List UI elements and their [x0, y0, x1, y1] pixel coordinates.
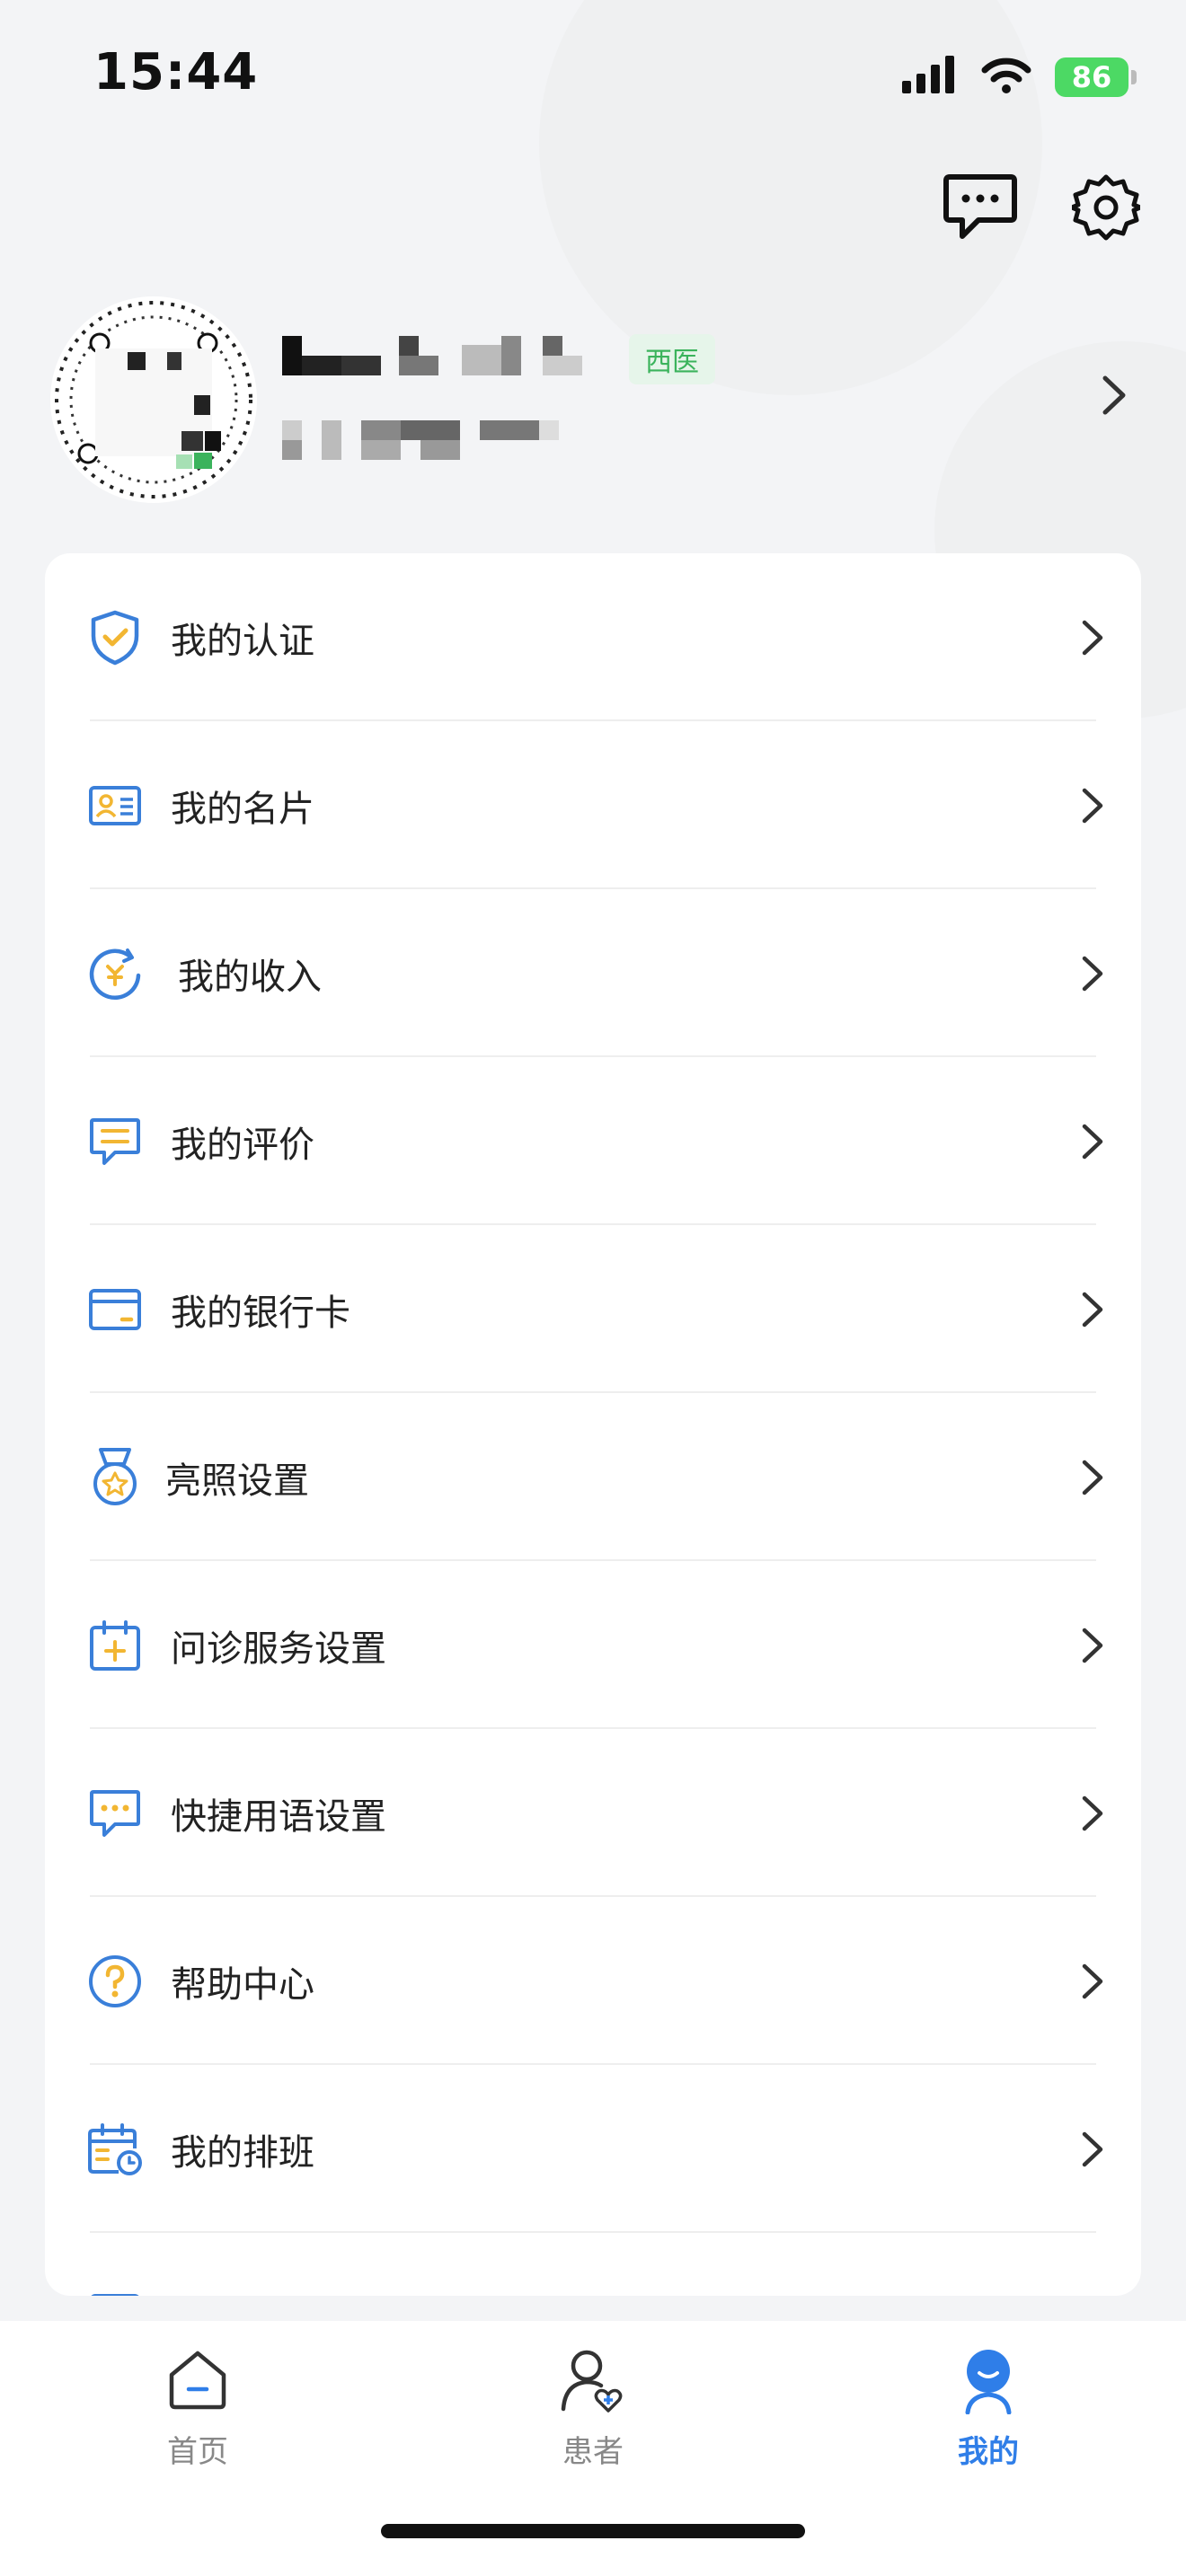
chat-bubble-icon [943, 172, 1018, 247]
menu-item-bank-card[interactable]: 我的银行卡 [45, 1225, 1141, 1393]
chevron-right-icon [1071, 784, 1114, 827]
hospital-info-redacted [282, 420, 570, 460]
status-time: 15:44 [93, 43, 259, 101]
chevron-right-icon [1071, 2128, 1114, 2171]
status-icons: 86 [902, 56, 1137, 99]
chevron-right-icon [1071, 616, 1114, 659]
menu-item-reviews[interactable]: 我的评价 [45, 1057, 1141, 1225]
profile-page: 15:44 86 西医 我的认证 我的名片 我的收入 我的评价 我的银行卡 亮照… [0, 0, 1186, 2576]
menu-item-schedule[interactable]: 我的排班 [45, 2065, 1141, 2233]
menu-item-label: 帮助中心 [171, 1963, 314, 2006]
chevron-right-icon [1071, 1288, 1114, 1331]
home-indicator[interactable] [381, 2524, 805, 2538]
menu-item-partial[interactable] [45, 2233, 1141, 2296]
menu-item-income[interactable]: 我的收入 [45, 889, 1141, 1057]
cellular-signal-icon [902, 56, 958, 99]
help-icon [86, 1953, 144, 2010]
menu-item-consultation-settings[interactable]: 问诊服务设置 [45, 1561, 1141, 1729]
menu-item-label: 我的收入 [178, 956, 322, 998]
wifi-icon [981, 56, 1031, 99]
qr-avatar-icon[interactable] [50, 296, 257, 503]
menu-item-label: 我的认证 [171, 620, 314, 662]
patient-icon [559, 2346, 627, 2414]
menu-item-label: 快捷用语设置 [171, 1795, 386, 1838]
menu-card: 我的认证 我的名片 我的收入 我的评价 我的银行卡 亮照设置 问诊服务设置 快捷… [45, 553, 1141, 2296]
quick-reply-icon [86, 1785, 144, 1842]
menu-item-business-card[interactable]: 我的名片 [45, 721, 1141, 889]
tab-home[interactable]: 首页 [99, 2346, 296, 2490]
chevron-right-icon [1071, 1120, 1114, 1163]
tab-patients[interactable]: 患者 [494, 2346, 692, 2490]
menu-item-certification[interactable]: 我的认证 [45, 553, 1141, 721]
battery-level: 86 [1071, 60, 1112, 94]
doctor-name-redacted [282, 336, 642, 383]
tab-mine[interactable]: 我的 [890, 2346, 1087, 2490]
menu-item-help-center[interactable]: 帮助中心 [45, 1897, 1141, 2065]
battery-indicator: 86 [1055, 57, 1137, 97]
comment-icon [86, 1113, 144, 1170]
chevron-right-icon [1071, 952, 1114, 995]
menu-item-quick-reply-settings[interactable]: 快捷用语设置 [45, 1729, 1141, 1897]
menu-item-label: 问诊服务设置 [171, 1628, 386, 1670]
chevron-right-icon [1071, 1624, 1114, 1667]
chevron-right-icon [1087, 368, 1141, 422]
chevron-right-icon [1071, 1456, 1114, 1499]
settings-button[interactable] [1066, 169, 1146, 250]
tab-label: 我的 [958, 2434, 1019, 2470]
income-icon [86, 945, 144, 1002]
status-bar: 15:44 86 [0, 0, 1186, 153]
menu-item-label: 我的排班 [171, 2131, 314, 2174]
gear-icon [1069, 173, 1143, 245]
menu-item-label: 我的银行卡 [171, 1292, 350, 1334]
tab-label: 患者 [562, 2434, 624, 2470]
menu-item-label: 我的评价 [171, 1124, 314, 1166]
department-tag: 西医 [629, 334, 715, 384]
id-card-icon [86, 777, 144, 834]
menu-item-label: 亮照设置 [165, 1460, 309, 1502]
schedule-icon [86, 2121, 144, 2178]
bank-card-icon [86, 1281, 144, 1338]
profile-header[interactable]: 西医 [45, 287, 1141, 512]
tab-label: 首页 [167, 2434, 228, 2470]
document-icon [86, 2289, 144, 2296]
home-icon [164, 2346, 232, 2414]
medal-icon [86, 1447, 144, 1506]
chevron-right-icon [1071, 1960, 1114, 2003]
messages-button[interactable] [940, 169, 1021, 250]
calendar-plus-icon [86, 1617, 144, 1674]
menu-item-license-display[interactable]: 亮照设置 [45, 1393, 1141, 1561]
profile-icon [954, 2346, 1022, 2414]
chevron-right-icon [1071, 1792, 1114, 1835]
menu-item-label: 我的名片 [171, 788, 314, 830]
shield-check-icon [86, 609, 144, 666]
